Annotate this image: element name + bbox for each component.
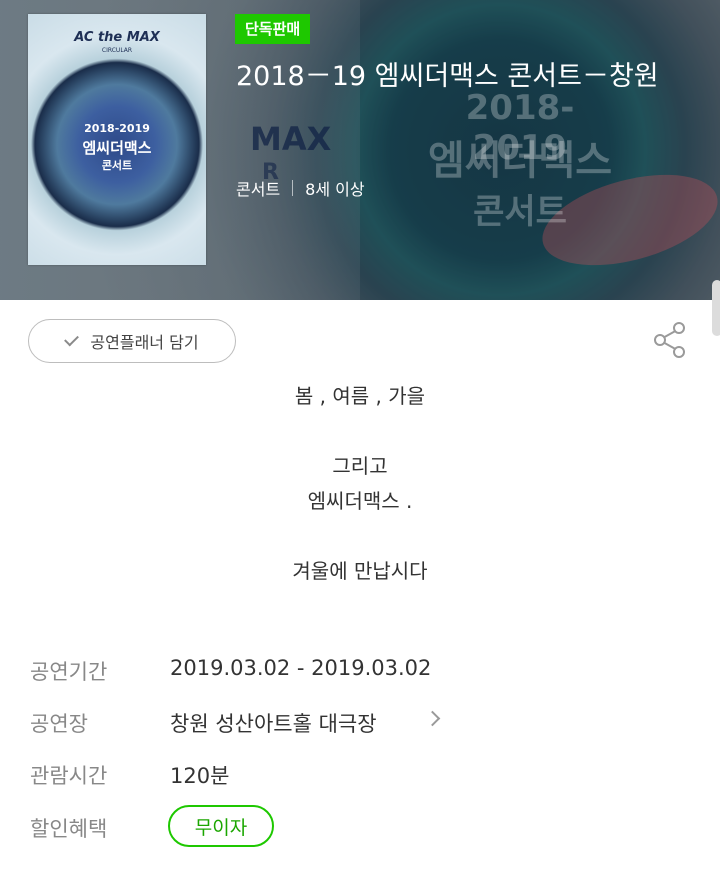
background-artist-text: 엠씨더맥스 <box>428 138 612 184</box>
poster-sub: CIRCULAR <box>101 47 133 54</box>
hero-banner: 2018-2019 엠씨더맥스 콘서트 MAX R AC the MAX CIR… <box>0 0 720 300</box>
background-concert-text: 콘서트 <box>473 192 567 232</box>
runtime-label: 관람시간 <box>30 764 108 788</box>
description-line-2: 그리고 <box>332 454 388 478</box>
description-line-1: 봄 , 여름 , 가을 <box>294 384 426 408</box>
genre-label: 콘서트 <box>236 180 281 199</box>
background-logo-text: MAX <box>250 120 332 158</box>
runtime-value: 120분 <box>170 764 230 788</box>
period-label: 공연기간 <box>30 660 108 684</box>
meta-divider <box>292 180 294 196</box>
scroll-indicator[interactable] <box>712 280 720 336</box>
discount-label: 할인혜택 <box>30 817 108 841</box>
age-rating: 8세 이상 <box>305 180 365 199</box>
discount-badge[interactable]: 무이자 <box>168 805 274 847</box>
add-to-planner-button[interactable]: 공연플래너 담기 <box>28 319 236 363</box>
discount-value: 무이자 <box>194 816 248 839</box>
concert-title: 2018－19 엠씨더맥스 콘서트－창원 <box>236 61 659 92</box>
share-icon[interactable] <box>650 320 690 360</box>
chevron-right-icon[interactable] <box>424 710 441 727</box>
poster-artist: 엠씨더맥스 <box>82 139 152 157</box>
poster-concert: 콘서트 <box>101 159 133 172</box>
description-line-4: 겨울에 만납시다 <box>292 559 428 583</box>
venue-label: 공연장 <box>30 712 88 736</box>
concert-meta: 콘서트 8세 이상 <box>236 176 365 200</box>
period-value: 2019.03.02 - 2019.03.02 <box>170 656 432 680</box>
check-icon <box>64 331 80 347</box>
exclusive-badge: 단독판매 <box>235 14 311 44</box>
poster-brand: AC the MAX <box>74 30 160 45</box>
poster-year: 2018-2019 <box>84 122 150 135</box>
venue-link[interactable]: 창원 성산아트홀 대극장 <box>170 708 377 738</box>
description-line-3: 엠씨더맥스 . <box>307 489 413 513</box>
concert-poster[interactable]: AC the MAX CIRCULAR 2018-2019 엠씨더맥스 콘서트 <box>28 14 206 265</box>
planner-button-label: 공연플래너 담기 <box>90 333 199 352</box>
